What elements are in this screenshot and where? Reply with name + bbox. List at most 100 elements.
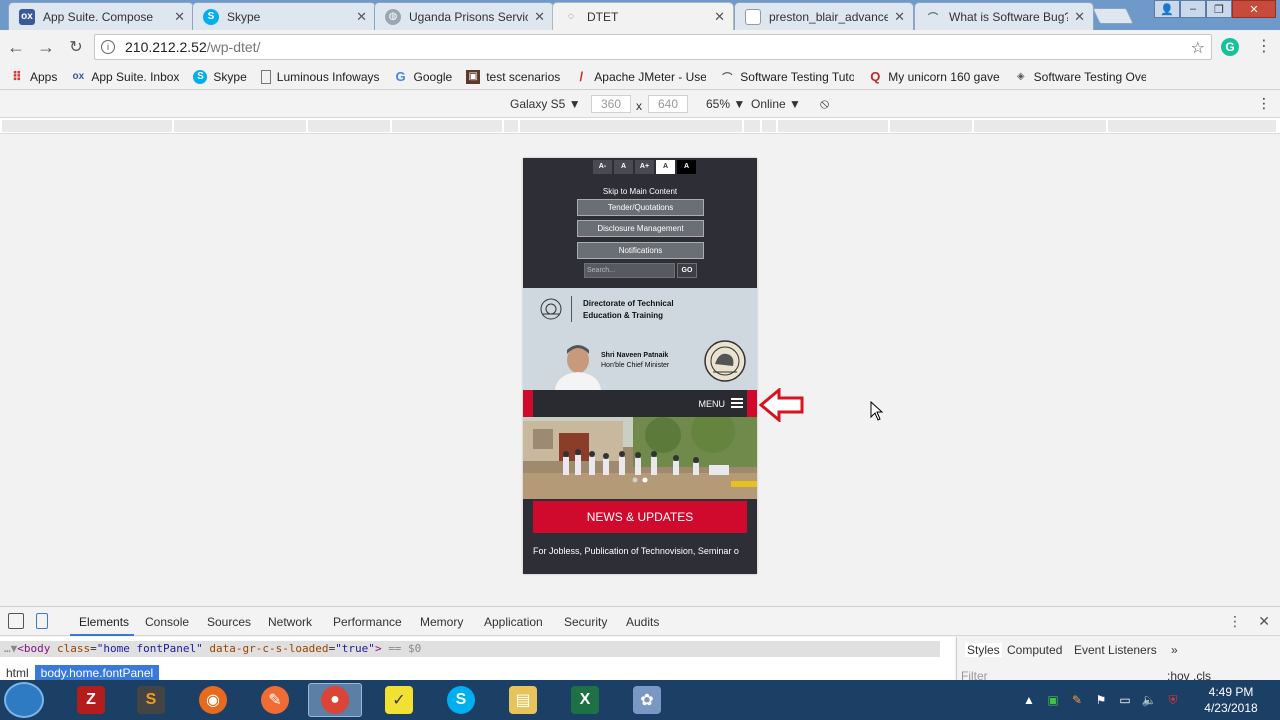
font-normal-button[interactable]: A <box>614 160 633 174</box>
rotate-icon[interactable]: ⦸ <box>820 95 829 112</box>
reload-icon[interactable]: ↻ <box>62 33 90 61</box>
back-icon[interactable]: ← <box>2 33 30 61</box>
taskbar-paint[interactable]: ✿ <box>620 683 674 717</box>
media-query-bar[interactable] <box>0 118 1280 134</box>
network-select[interactable]: Online ▼ <box>751 97 801 111</box>
taskbar-chrome[interactable]: ● <box>308 683 362 717</box>
close-icon[interactable]: ✕ <box>534 9 545 25</box>
device-height-input[interactable]: 640 <box>648 95 688 113</box>
device-width-input[interactable]: 360 <box>591 95 631 113</box>
profile-icon[interactable]: 👤 <box>1154 0 1180 18</box>
system-clock[interactable]: 4:49 PM 4/23/2018 <box>1196 684 1266 716</box>
devtools-close-icon[interactable]: ✕ <box>1258 613 1270 630</box>
zoom-select[interactable]: 65% ▼ <box>706 97 745 111</box>
bookmark-quora[interactable]: Q My unicorn 160 gave <box>868 70 999 84</box>
devtools-tab-elements[interactable]: Elements <box>79 615 129 629</box>
tab-styles[interactable]: Styles <box>965 643 1002 657</box>
taskbar-file-explorer[interactable]: ▤ <box>496 683 550 717</box>
close-icon[interactable]: ✕ <box>894 9 905 25</box>
devtools-tab-sources[interactable]: Sources <box>207 615 251 629</box>
devtools-tab-memory[interactable]: Memory <box>420 615 463 629</box>
bookmark-testing-overview[interactable]: ◈ Software Testing Ove <box>1014 70 1146 84</box>
notifications-button[interactable]: Notifications <box>577 242 704 259</box>
url-path: /wp-dtet/ <box>206 39 261 55</box>
devtools-tab-application[interactable]: Application <box>484 615 543 629</box>
bookmark-star-icon[interactable]: ☆ <box>1191 38 1205 58</box>
bookmark-google[interactable]: G Google <box>394 70 452 84</box>
device-toggle-icon[interactable] <box>36 613 48 629</box>
news-ticker[interactable]: For Jobless, Publication of Technovision… <box>533 546 757 556</box>
taskbar-filezilla[interactable]: Z <box>64 683 118 717</box>
selected-dom-node[interactable]: …▼<body class="home fontPanel" data-gr-c… <box>0 641 940 657</box>
bookmark-app-suite-inbox[interactable]: ox App Suite. Inbox <box>71 70 180 84</box>
devtools-tab-console[interactable]: Console <box>145 615 189 629</box>
start-button[interactable] <box>4 682 44 718</box>
dark-theme-button[interactable]: A <box>677 160 696 174</box>
tab-app-suite-compose[interactable]: ox App Suite. Compose ✕ <box>8 2 194 30</box>
devtools-tab-security[interactable]: Security <box>564 615 607 629</box>
tab-computed[interactable]: Computed <box>1007 643 1062 657</box>
taskbar-sticky-notes[interactable]: ✓ <box>372 683 426 717</box>
taskbar-skype[interactable]: S <box>434 683 488 717</box>
show-hidden-icons[interactable]: ▲ <box>1020 693 1038 707</box>
apps-grid-icon: ⠿ <box>11 69 23 84</box>
devtools-tab-network[interactable]: Network <box>268 615 312 629</box>
tab-preston-blair[interactable]: preston_blair_advance ✕ <box>734 2 914 30</box>
info-icon[interactable]: i <box>101 40 115 54</box>
bookmark-jmeter[interactable]: / Apache JMeter - User <box>574 70 706 84</box>
tray-flag-icon[interactable]: ⚑ <box>1092 693 1110 707</box>
bookmark-skype[interactable]: S Skype <box>193 69 247 84</box>
taskbar-firefox[interactable]: ◉ <box>186 683 240 717</box>
site-search-go-button[interactable]: GO <box>677 263 697 278</box>
close-window-button[interactable]: ✕ <box>1232 0 1276 18</box>
bookmark-test-scenarios[interactable]: ▣ test scenarios <box>466 69 560 84</box>
tab-dtet[interactable]: ◌ DTET ✕ <box>552 2 734 30</box>
tray-app-icon[interactable]: ▣ <box>1044 693 1062 707</box>
grammarly-extension-icon[interactable]: G <box>1221 38 1239 56</box>
menu-label[interactable]: MENU <box>699 399 726 409</box>
close-icon[interactable]: ✕ <box>356 9 367 25</box>
devtools-tab-performance[interactable]: Performance <box>333 615 402 629</box>
tray-tool-icon[interactable]: ✎ <box>1068 693 1086 707</box>
bookmark-apps[interactable]: ⠿ Apps <box>10 70 57 84</box>
new-tab-button[interactable] <box>1092 8 1134 24</box>
breadcrumb-body[interactable]: body.home.fontPanel <box>34 665 160 681</box>
tender-quotations-button[interactable]: Tender/Quotations <box>577 199 704 216</box>
breadcrumb-html[interactable]: html <box>0 665 35 681</box>
security-shield-icon[interactable]: ⛨ <box>1164 693 1182 708</box>
taskbar-excel[interactable]: X <box>558 683 612 717</box>
browser-menu-icon[interactable]: ⋮ <box>1256 38 1272 56</box>
forward-icon[interactable]: → <box>32 33 60 61</box>
network-icon[interactable]: ▭ <box>1116 693 1134 707</box>
close-icon[interactable]: ✕ <box>174 9 185 25</box>
bookmark-testing-tutorial[interactable]: ⌒ Software Testing Tuto <box>720 70 854 84</box>
close-icon[interactable]: ✕ <box>1074 9 1085 25</box>
maximize-button[interactable]: ❐ <box>1206 0 1232 18</box>
volume-icon[interactable]: 🔈 <box>1140 693 1158 707</box>
light-theme-button[interactable]: A <box>656 160 675 174</box>
font-increase-button[interactable]: A+ <box>635 160 654 174</box>
hamburger-icon[interactable] <box>731 398 743 408</box>
taskbar-postman[interactable]: ✎ <box>248 683 302 717</box>
news-updates-button[interactable]: NEWS & UPDATES <box>533 501 747 533</box>
device-options-icon[interactable]: ⋮ <box>1257 95 1271 112</box>
devtools-menu-icon[interactable]: ⋮ <box>1228 613 1242 630</box>
site-search-input[interactable]: Search... <box>584 263 675 278</box>
inspect-element-icon[interactable] <box>8 613 24 629</box>
bookmark-luminous[interactable]: Luminous Infoways <box>260 69 380 84</box>
disclosure-management-button[interactable]: Disclosure Management <box>577 220 704 237</box>
device-select[interactable]: Galaxy S5 ▼ <box>510 97 581 111</box>
font-decrease-button[interactable]: A- <box>593 160 612 174</box>
campus-slider-image[interactable] <box>523 417 757 499</box>
minimize-button[interactable]: – <box>1180 0 1206 18</box>
tab-uganda-prisons[interactable]: ◍ Uganda Prisons Servic ✕ <box>374 2 554 30</box>
tab-skype[interactable]: S Skype ✕ <box>192 2 376 30</box>
address-bar[interactable]: i 210.212.2.52/wp-dtet/ ☆ <box>94 34 1212 60</box>
skip-to-content-link[interactable]: Skip to Main Content <box>523 187 757 196</box>
more-tabs-icon[interactable]: » <box>1171 643 1178 657</box>
devtools-tab-audits[interactable]: Audits <box>626 615 659 629</box>
tab-event-listeners[interactable]: Event Listeners <box>1074 643 1157 657</box>
close-icon[interactable]: ✕ <box>714 9 725 25</box>
taskbar-sublime[interactable]: S <box>124 683 178 717</box>
tab-software-bug[interactable]: ⌒ What is Software Bug? ✕ <box>914 2 1094 30</box>
